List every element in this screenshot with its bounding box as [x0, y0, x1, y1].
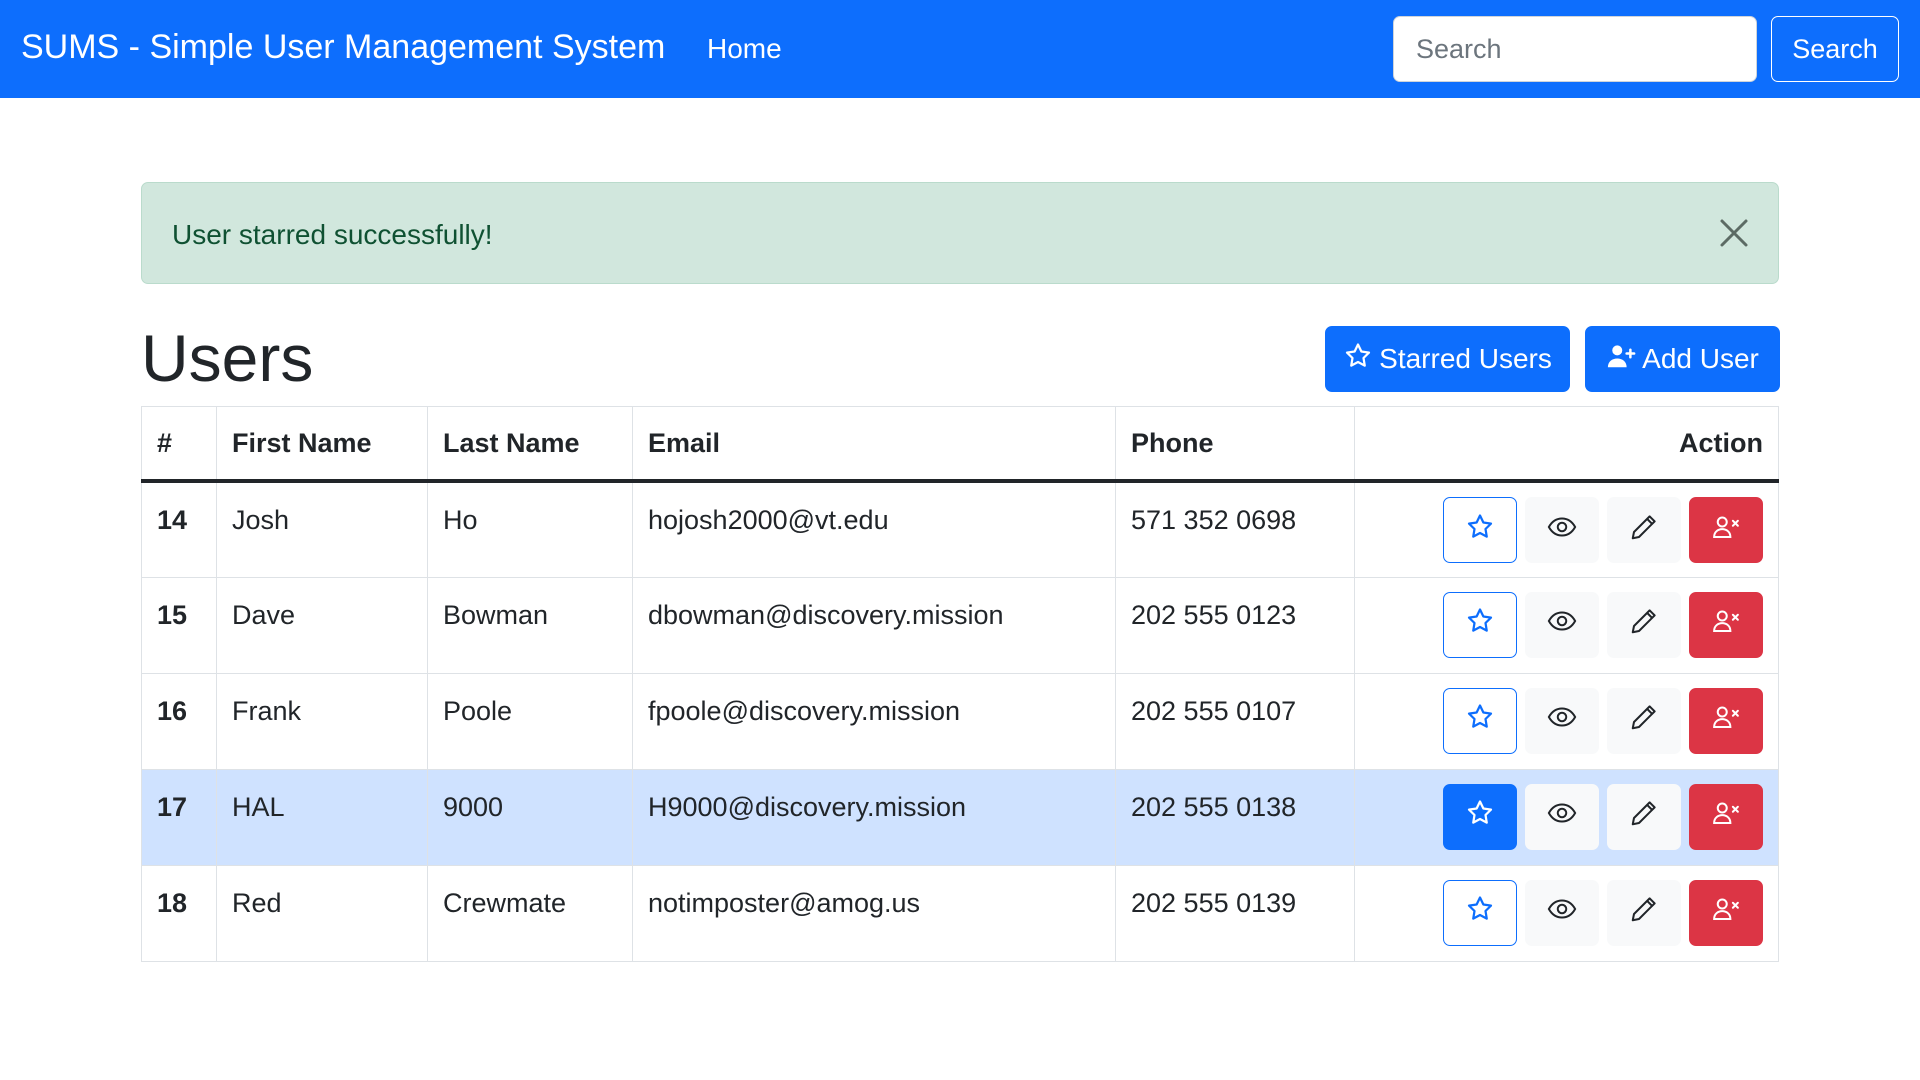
cell-id: 17 [141, 768, 217, 866]
person-x-icon [1711, 512, 1741, 549]
cell-id: 18 [141, 864, 217, 962]
cell-last-name: Bowman [427, 576, 633, 674]
view-button[interactable] [1525, 497, 1599, 563]
cell-email: hojosh2000@vt.edu [632, 480, 1116, 578]
pencil-icon [1629, 702, 1659, 739]
alert-message: User starred successfully! [172, 219, 493, 250]
person-plus-icon [1606, 341, 1636, 378]
eye-icon [1547, 894, 1577, 931]
eye-icon [1547, 798, 1577, 835]
cell-id: 14 [141, 480, 217, 578]
edit-button[interactable] [1607, 497, 1681, 563]
cell-actions [1354, 576, 1779, 674]
header-phone: Phone [1115, 406, 1355, 483]
starred-users-button[interactable]: Starred Users [1325, 326, 1570, 392]
star-button[interactable] [1443, 687, 1517, 754]
cell-phone: 202 555 0107 [1115, 672, 1355, 770]
table-row: 17 HAL 9000 H9000@discovery.mission 202 … [141, 768, 1779, 866]
person-x-icon [1711, 606, 1741, 643]
cell-last-name: Ho [427, 480, 633, 578]
cell-email: dbowman@discovery.mission [632, 576, 1116, 674]
eye-icon [1547, 606, 1577, 643]
table-row: 18 Red Crewmate notimposter@amog.us 202 … [141, 864, 1779, 962]
navbar: SUMS - Simple User Management System Hom… [0, 0, 1920, 98]
brand-title[interactable]: SUMS - Simple User Management System [21, 28, 665, 67]
view-button[interactable] [1525, 879, 1599, 946]
pencil-icon [1629, 798, 1659, 835]
table-body: 14 Josh Ho hojosh2000@vt.edu 571 352 069… [141, 480, 1779, 962]
star-button[interactable] [1443, 591, 1517, 658]
header-email: Email [632, 406, 1116, 483]
cell-id: 15 [141, 576, 217, 674]
header-last-name: Last Name [427, 406, 633, 483]
person-x-icon [1711, 702, 1741, 739]
star-icon [1465, 606, 1495, 643]
cell-actions [1354, 864, 1779, 962]
starred-users-label: Starred Users [1379, 343, 1552, 374]
pencil-icon [1629, 606, 1659, 643]
star-icon [1465, 894, 1495, 931]
cell-actions [1354, 768, 1779, 866]
header-first-name: First Name [216, 406, 428, 483]
view-button[interactable] [1525, 687, 1599, 754]
pencil-icon [1629, 512, 1659, 549]
view-button[interactable] [1525, 783, 1599, 850]
cell-email: H9000@discovery.mission [632, 768, 1116, 866]
cell-phone: 202 555 0138 [1115, 768, 1355, 866]
cell-last-name: Poole [427, 672, 633, 770]
page-title: Users [141, 321, 314, 395]
delete-button[interactable] [1689, 687, 1763, 754]
cell-email: notimposter@amog.us [632, 864, 1116, 962]
cell-phone: 202 555 0139 [1115, 864, 1355, 962]
cell-last-name: Crewmate [427, 864, 633, 962]
success-alert: User starred successfully! [141, 182, 1779, 284]
cell-actions [1354, 480, 1779, 578]
add-user-label: Add User [1642, 343, 1759, 374]
cell-last-name: 9000 [427, 768, 633, 866]
table-row: 14 Josh Ho hojosh2000@vt.edu 571 352 069… [141, 480, 1779, 578]
cell-email: fpoole@discovery.mission [632, 672, 1116, 770]
delete-button[interactable] [1689, 497, 1763, 563]
person-x-icon [1711, 894, 1741, 931]
star-icon [1465, 798, 1495, 835]
delete-button[interactable] [1689, 591, 1763, 658]
search-input[interactable] [1393, 16, 1757, 82]
edit-button[interactable] [1607, 687, 1681, 754]
delete-button[interactable] [1689, 783, 1763, 850]
close-icon[interactable] [1716, 215, 1752, 251]
header-number: # [141, 406, 217, 483]
star-icon [1465, 512, 1495, 549]
star-button[interactable] [1443, 497, 1517, 563]
table-header-row: # First Name Last Name Email Phone Actio… [141, 406, 1779, 483]
cell-phone: 571 352 0698 [1115, 480, 1355, 578]
pencil-icon [1629, 894, 1659, 931]
users-table: # First Name Last Name Email Phone Actio… [141, 406, 1779, 962]
star-button[interactable] [1443, 879, 1517, 946]
cell-first-name: HAL [216, 768, 428, 866]
star-button[interactable] [1443, 783, 1517, 850]
add-user-button[interactable]: Add User [1585, 326, 1780, 392]
cell-first-name: Frank [216, 672, 428, 770]
view-button[interactable] [1525, 591, 1599, 658]
header-action: Action [1354, 406, 1779, 483]
search-button[interactable]: Search [1771, 16, 1899, 82]
star-icon [1465, 702, 1495, 739]
star-icon [1343, 341, 1373, 378]
cell-first-name: Red [216, 864, 428, 962]
edit-button[interactable] [1607, 783, 1681, 850]
nav-home-link[interactable]: Home [707, 33, 782, 65]
cell-phone: 202 555 0123 [1115, 576, 1355, 674]
edit-button[interactable] [1607, 591, 1681, 658]
cell-first-name: Dave [216, 576, 428, 674]
cell-actions [1354, 672, 1779, 770]
person-x-icon [1711, 798, 1741, 835]
eye-icon [1547, 702, 1577, 739]
cell-first-name: Josh [216, 480, 428, 578]
eye-icon [1547, 512, 1577, 549]
table-row: 16 Frank Poole fpoole@discovery.mission … [141, 672, 1779, 770]
delete-button[interactable] [1689, 879, 1763, 946]
cell-id: 16 [141, 672, 217, 770]
table-row: 15 Dave Bowman dbowman@discovery.mission… [141, 576, 1779, 674]
edit-button[interactable] [1607, 879, 1681, 946]
